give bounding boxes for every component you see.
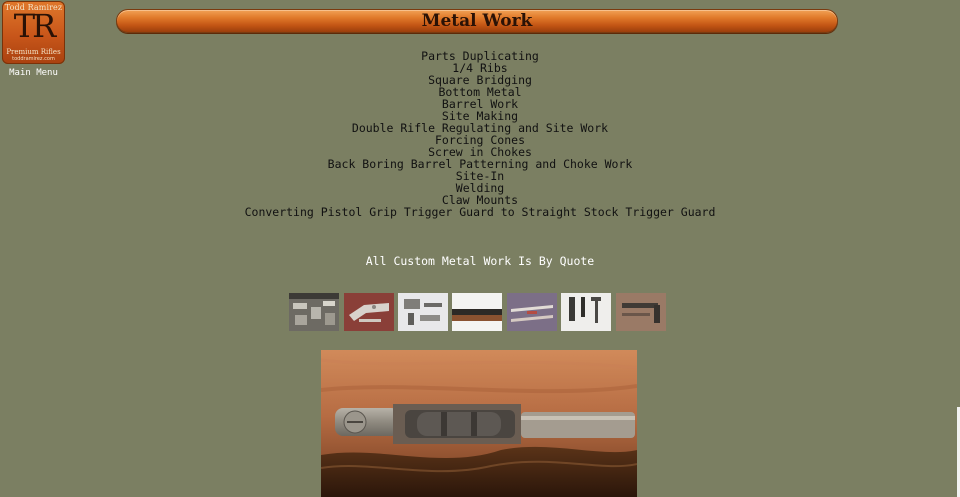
- title-bar: Metal Work: [116, 9, 838, 33]
- main-photo-trigger-guard: [321, 350, 637, 497]
- thumb-trigger-parts[interactable]: [398, 293, 448, 331]
- thumb-engraved-action[interactable]: [344, 293, 394, 331]
- service-item: Converting Pistol Grip Trigger Guard to …: [244, 205, 716, 219]
- logo-monogram: TR: [13, 7, 56, 45]
- page-title: Metal Work: [421, 11, 533, 31]
- thumb-barrel-on-wood[interactable]: [452, 293, 502, 331]
- quote-note: All Custom Metal Work Is By Quote: [365, 254, 595, 268]
- thumb-trigger-guard-pair[interactable]: [507, 293, 557, 331]
- thumb-parts-on-cloth[interactable]: [289, 293, 339, 331]
- thumb-hanging-tools[interactable]: [561, 293, 611, 331]
- thumb-bottom-metal[interactable]: [616, 293, 666, 331]
- services-list: Parts Duplicating 1/4 Ribs Square Bridgi…: [0, 50, 960, 218]
